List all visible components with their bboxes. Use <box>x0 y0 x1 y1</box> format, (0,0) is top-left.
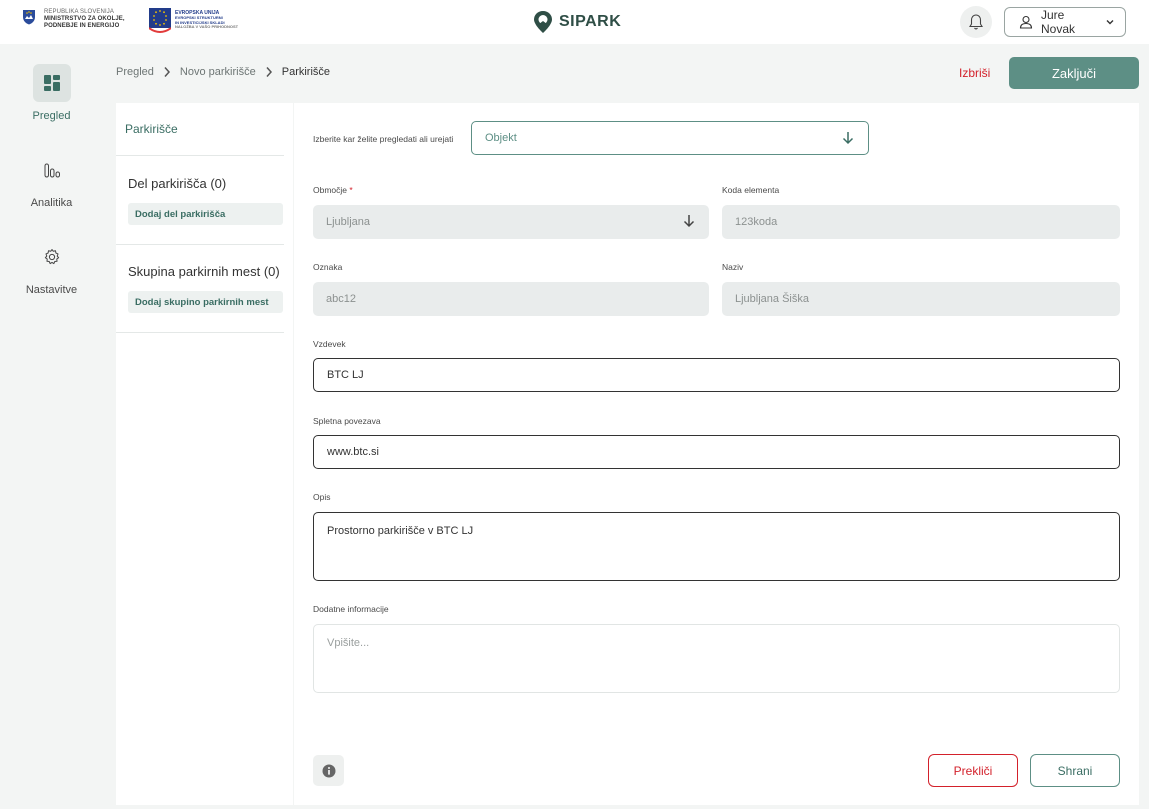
add-part-button[interactable]: Dodaj del parkirišča <box>128 203 283 225</box>
obmocje-label: Območje * <box>313 185 353 195</box>
user-name: Jure Novak <box>1041 8 1076 36</box>
breadcrumb: Pregled Novo parkirišče Parkirišče <box>116 66 330 78</box>
obmocje-label-text: Območje <box>313 185 348 195</box>
info-button[interactable] <box>313 755 344 786</box>
sidebar-item-label: Nastavitve <box>25 284 78 296</box>
sipark-logo-icon <box>534 11 552 33</box>
cancel-button[interactable]: Prekliči <box>928 754 1018 787</box>
koda-field: 123koda <box>722 205 1120 239</box>
breadcrumb-item[interactable]: Pregled <box>116 66 154 78</box>
sidebar: Pregled Analitika Nastavitve <box>0 44 103 809</box>
user-icon <box>1019 15 1033 29</box>
sidebar-item-label: Pregled <box>32 110 71 122</box>
eu-logo: EVROPSKA UNIJA EVROPSKI STRUKTURNI IN IN… <box>149 6 238 35</box>
breadcrumb-current: Parkirišče <box>281 66 331 78</box>
description-textarea[interactable]: Prostorno parkirišče v BTC LJ <box>313 512 1120 581</box>
gov-line-1: REPUBLIKA SLOVENIJA <box>44 9 114 15</box>
vzdevek-input[interactable]: BTC LJ <box>313 358 1120 392</box>
koda-label: Koda elementa <box>722 185 780 195</box>
section-title: Skupina parkirnih mest (0) <box>128 264 280 279</box>
gov-line-3: PODNEBJE IN ENERGIJO <box>44 23 120 29</box>
save-button[interactable]: Shrani <box>1030 754 1120 787</box>
povezava-label: Spletna povezava <box>313 416 381 426</box>
panel-title[interactable]: Parkirišče <box>125 122 178 136</box>
bar-chart-icon <box>44 163 60 178</box>
brand[interactable]: SIPARK <box>533 10 621 34</box>
gear-icon <box>44 249 59 265</box>
naziv-label: Naziv <box>722 262 744 272</box>
obmocje-select: Ljubljana <box>313 205 709 239</box>
dodatne-label: Dodatne informacije <box>313 604 389 614</box>
naziv-field: Ljubljana Šiška <box>722 282 1120 316</box>
sidebar-item-nastavitve[interactable]: Nastavitve <box>0 238 103 296</box>
field-value: Ljubljana <box>326 216 371 228</box>
finish-button[interactable]: Zaključi <box>1009 57 1139 89</box>
bell-icon <box>969 14 983 30</box>
vzdevek-label: Vzdevek <box>313 339 346 349</box>
add-group-button[interactable]: Dodaj skupino parkirnih mest <box>128 291 283 313</box>
divider <box>116 155 284 156</box>
breadcrumb-item[interactable]: Novo parkirišče <box>180 66 256 78</box>
notifications-button[interactable] <box>960 6 992 38</box>
additional-info-textarea[interactable]: Vpišite... <box>313 624 1120 693</box>
info-icon <box>322 764 335 777</box>
top-header: REPUBLIKA SLOVENIJA MINISTRSTVO ZA OKOLJ… <box>0 0 1149 44</box>
delete-button[interactable]: Izbriši <box>959 66 990 80</box>
selector-label: Izberite kar želite pregledati ali ureja… <box>313 134 454 144</box>
gov-line-2: MINISTRSTVO ZA OKOLJE, <box>44 16 125 22</box>
government-logo: REPUBLIKA SLOVENIJA MINISTRSTVO ZA OKOLJ… <box>22 9 125 30</box>
dashboard-icon <box>43 75 60 91</box>
oznaka-label: Oznaka <box>313 262 343 272</box>
sidebar-icon-box <box>33 151 71 189</box>
sidebar-icon-box <box>32 64 71 102</box>
web-link-input[interactable]: www.btc.si <box>313 435 1120 469</box>
chevron-down-icon <box>1106 20 1114 25</box>
structure-panel: Parkirišče Del parkirišča (0) Dodaj del … <box>116 103 293 805</box>
opis-label: Opis <box>313 492 331 502</box>
eu-line-4: NALOŽBA V VAŠO PRIHODNOST <box>175 24 239 30</box>
slovenia-crest-icon <box>23 10 35 25</box>
brand-name: SIPARK <box>559 13 622 30</box>
user-menu-button[interactable]: Jure Novak <box>1004 7 1126 37</box>
arrow-down-icon <box>842 132 854 145</box>
chevron-right-icon <box>265 66 273 78</box>
chevron-right-icon <box>163 66 171 78</box>
section-title: Del parkirišča (0) <box>128 176 227 191</box>
sidebar-item-label: Analitika <box>30 197 73 209</box>
oznaka-field: abc12 <box>313 282 709 316</box>
sidebar-item-pregled[interactable]: Pregled <box>0 64 103 122</box>
object-select[interactable]: Objekt <box>471 121 869 155</box>
required-mark: * <box>349 185 353 195</box>
divider <box>116 332 284 333</box>
eu-flag-icon <box>149 6 171 35</box>
arrow-down-icon <box>683 215 695 228</box>
select-value: Objekt <box>485 132 517 144</box>
sidebar-item-analitika[interactable]: Analitika <box>0 151 103 209</box>
sidebar-icon-box <box>33 238 71 276</box>
divider <box>116 244 284 245</box>
